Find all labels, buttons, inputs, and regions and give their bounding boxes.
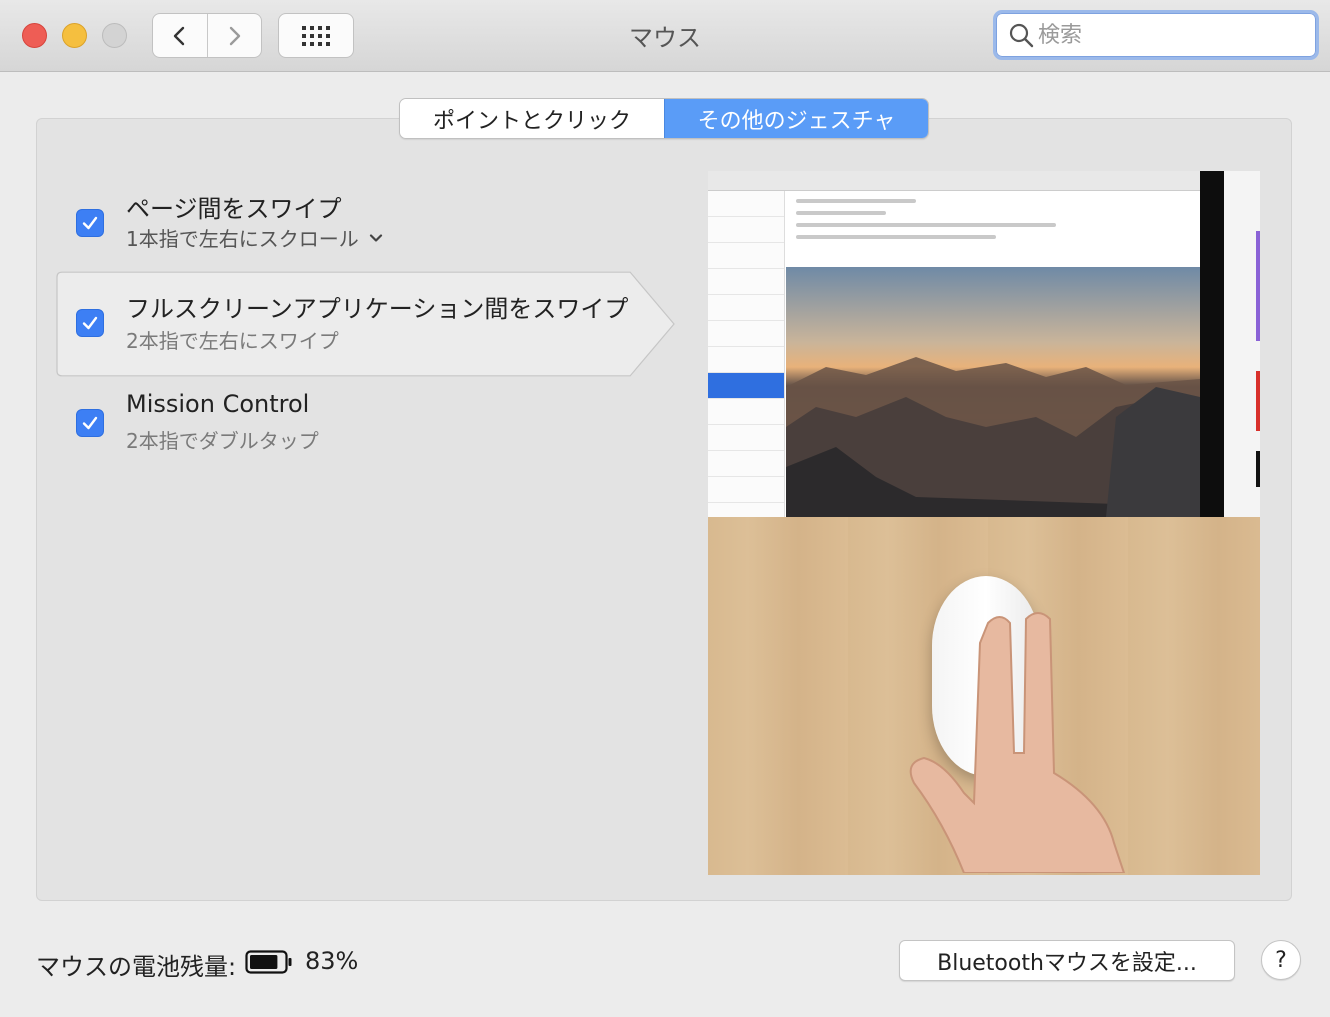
grid-icon (302, 25, 330, 46)
window-title: マウス (629, 24, 701, 52)
tab-more-gestures[interactable]: その他のジェスチャ (664, 99, 928, 138)
preview-screen (708, 171, 1260, 517)
battery-level-label: マウスの電池残量: (36, 953, 237, 981)
option-title: Mission Control (126, 390, 310, 418)
option-swipe-between-pages[interactable]: ページ間をスワイプ 1本指で左右にスクロール (56, 175, 676, 281)
checkmark-icon (82, 316, 98, 330)
checkbox-swipe-fullscreen[interactable] (76, 309, 104, 337)
preview-landscape-image (786, 267, 1200, 517)
chevron-left-icon (173, 26, 184, 45)
title-bar: マウス (0, 0, 1330, 72)
zoom-window-button[interactable] (102, 23, 127, 48)
chevron-right-icon (230, 26, 241, 45)
battery-icon (245, 950, 292, 974)
search-icon (1009, 23, 1034, 48)
option-title: ページ間をスワイプ (126, 195, 342, 223)
option-subtitle: 1本指で左右にスクロール (126, 227, 359, 251)
option-subtitle: 2本指で左右にスワイプ (126, 329, 339, 353)
checkmark-icon (82, 416, 98, 430)
option-title: フルスクリーンアプリケーション間をスワイプ (126, 295, 629, 323)
selection-highlight (56, 271, 675, 377)
tab-point-and-click[interactable]: ポイントとクリック (400, 99, 664, 138)
preview-divider (1200, 171, 1224, 517)
checkmark-icon (82, 216, 98, 230)
checkbox-mission-control[interactable] (76, 409, 104, 437)
chevron-down-icon (369, 233, 382, 242)
setup-bluetooth-mouse-button[interactable]: Bluetoothマウスを設定... (899, 940, 1235, 981)
navigation-buttons (152, 13, 262, 58)
preview-mail-toolbar (708, 171, 1200, 191)
search-field[interactable] (993, 10, 1319, 60)
back-button[interactable] (153, 14, 207, 57)
preview-side-window (1224, 171, 1260, 517)
option-subtitle: 2本指でダブルタップ (126, 429, 319, 453)
gesture-preview-video (708, 171, 1260, 875)
minimize-window-button[interactable] (62, 23, 87, 48)
search-input[interactable] (1038, 22, 1298, 48)
gesture-dropdown[interactable]: 1本指で左右にスクロール (126, 223, 383, 252)
battery-percent: 83% (305, 947, 359, 975)
show-all-button[interactable] (278, 13, 354, 58)
hand-illustration (909, 612, 1126, 873)
checkbox-swipe-pages[interactable] (76, 209, 104, 237)
option-mission-control[interactable]: Mission Control 2本指でダブルタップ (56, 376, 676, 482)
forward-button[interactable] (206, 14, 262, 57)
option-swipe-between-fullscreen-apps[interactable]: フルスクリーンアプリケーション間をスワイプ 2本指で左右にスワイプ (56, 271, 676, 377)
close-window-button[interactable] (22, 23, 47, 48)
preview-mail-header (786, 191, 1200, 267)
help-button[interactable]: ? (1261, 940, 1301, 980)
preview-mail-list (708, 191, 785, 517)
tab-bar: ポイントとクリック その他のジェスチャ (399, 98, 929, 139)
